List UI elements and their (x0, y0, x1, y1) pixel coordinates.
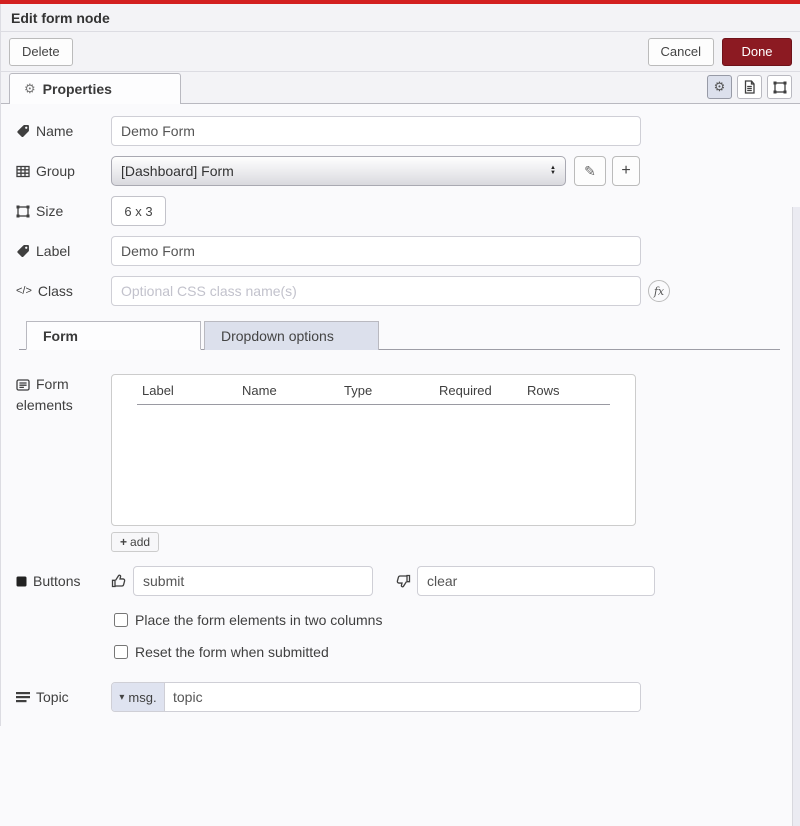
class-label: </> Class (16, 283, 111, 299)
select-arrows-icon: ▲ ▼ (550, 166, 556, 176)
topic-type-select[interactable]: ▾ msg. (112, 683, 165, 711)
fx-icon: fx (648, 280, 670, 302)
size-button[interactable]: 6 x 3 (111, 196, 166, 226)
square-icon (16, 576, 27, 587)
class-input[interactable] (111, 276, 641, 306)
table-icon (16, 165, 30, 178)
tab-properties[interactable]: ⚙ Properties (9, 73, 181, 104)
subtab-dropdown-options[interactable]: Dropdown options (204, 321, 379, 350)
reset-form-checkbox-label: Reset the form when submitted (135, 644, 329, 660)
two-columns-checkbox-label: Place the form elements in two columns (135, 612, 382, 628)
tab-properties-label: Properties (43, 81, 112, 97)
form-elements-row: Form elements Form elements Label Name T… (16, 374, 790, 552)
subtab-form[interactable]: Form (26, 321, 201, 350)
properties-view-button[interactable]: ⚙ (707, 75, 732, 99)
form-elements-panel: Label Name Type Required Rows + add (111, 374, 636, 552)
clear-button-label-input[interactable] (417, 566, 655, 596)
topic-row: Topic ▾ msg. (16, 682, 790, 712)
gear-icon: ⚙ (714, 79, 726, 95)
pencil-icon: ✎ (584, 163, 596, 180)
reset-form-checkbox[interactable] (114, 645, 128, 659)
editor-tab-bar: ⚙ Properties ⚙ (1, 72, 800, 104)
column-header-rows: Rows (527, 383, 610, 398)
edit-group-button[interactable]: ✎ (574, 156, 606, 186)
vertical-scrollbar[interactable] (792, 207, 800, 826)
form-elements-table[interactable]: Label Name Type Required Rows (111, 374, 636, 526)
add-group-button[interactable]: + (612, 156, 640, 186)
tag-icon (16, 124, 30, 138)
name-input[interactable] (111, 116, 641, 146)
caret-down-icon: ▾ (119, 692, 124, 703)
plus-icon: + (621, 162, 630, 180)
label-row: Label (16, 236, 790, 266)
properties-panel: Name Group [Dashboard] Form ▲ ▼ ✎ (1, 104, 800, 727)
group-select-value: [Dashboard] Form (121, 163, 550, 179)
topic-label: Topic (16, 689, 111, 705)
column-header-label: Label (137, 383, 242, 398)
group-select[interactable]: [Dashboard] Form ▲ ▼ (111, 156, 566, 186)
topic-typed-input: ▾ msg. (111, 682, 641, 712)
label-input[interactable] (111, 236, 641, 266)
form-icon (16, 379, 30, 391)
appearance-icon (773, 81, 787, 94)
buttons-label: Buttons (16, 573, 111, 589)
resize-icon (16, 205, 30, 218)
tag-icon (16, 244, 30, 258)
label-field-label: Label (16, 243, 111, 259)
topic-type-label: msg. (128, 690, 156, 705)
name-label: Name (16, 123, 111, 139)
code-icon: </> (16, 285, 32, 297)
done-button[interactable]: Done (722, 38, 792, 66)
form-elements-table-header: Label Name Type Required Rows (137, 375, 610, 405)
column-header-name: Name (242, 383, 344, 398)
dialog-toolbar: Delete Cancel Done (1, 32, 800, 72)
topic-input[interactable] (165, 683, 640, 711)
column-header-type: Type (344, 383, 439, 398)
group-row: Group [Dashboard] Form ▲ ▼ ✎ + (16, 156, 790, 186)
dialog-title: Edit form node (11, 10, 110, 26)
document-icon (743, 80, 756, 94)
form-elements-label: Form elements Form elements (16, 374, 111, 416)
column-header-required: Required (439, 383, 527, 398)
tasks-icon (16, 691, 30, 703)
name-row: Name (16, 116, 790, 146)
buttons-row: Buttons (16, 566, 790, 596)
size-row: Size 6 x 3 (16, 196, 790, 226)
reset-form-checkbox-row: Reset the form when submitted (114, 644, 790, 660)
add-element-button[interactable]: + add (111, 532, 159, 552)
submit-button-label-input[interactable] (133, 566, 373, 596)
gear-icon: ⚙ (24, 81, 36, 97)
edit-form-node-dialog: Edit form node Delete Cancel Done ⚙ Prop… (0, 4, 800, 726)
description-view-button[interactable] (737, 75, 762, 99)
thumbs-up-icon (111, 573, 127, 589)
form-subtabs: Form Dropdown options (19, 320, 780, 350)
class-row: </> Class fx (16, 276, 790, 306)
appearance-view-button[interactable] (767, 75, 792, 99)
two-columns-checkbox-row: Place the form elements in two columns (114, 612, 790, 628)
dialog-header: Edit form node (1, 4, 800, 32)
group-label: Group (16, 163, 111, 179)
two-columns-checkbox[interactable] (114, 613, 128, 627)
plus-icon: + (120, 535, 127, 549)
size-label: Size (16, 203, 111, 219)
thumbs-down-icon (395, 573, 411, 589)
delete-button[interactable]: Delete (9, 38, 73, 66)
cancel-button[interactable]: Cancel (648, 38, 714, 66)
